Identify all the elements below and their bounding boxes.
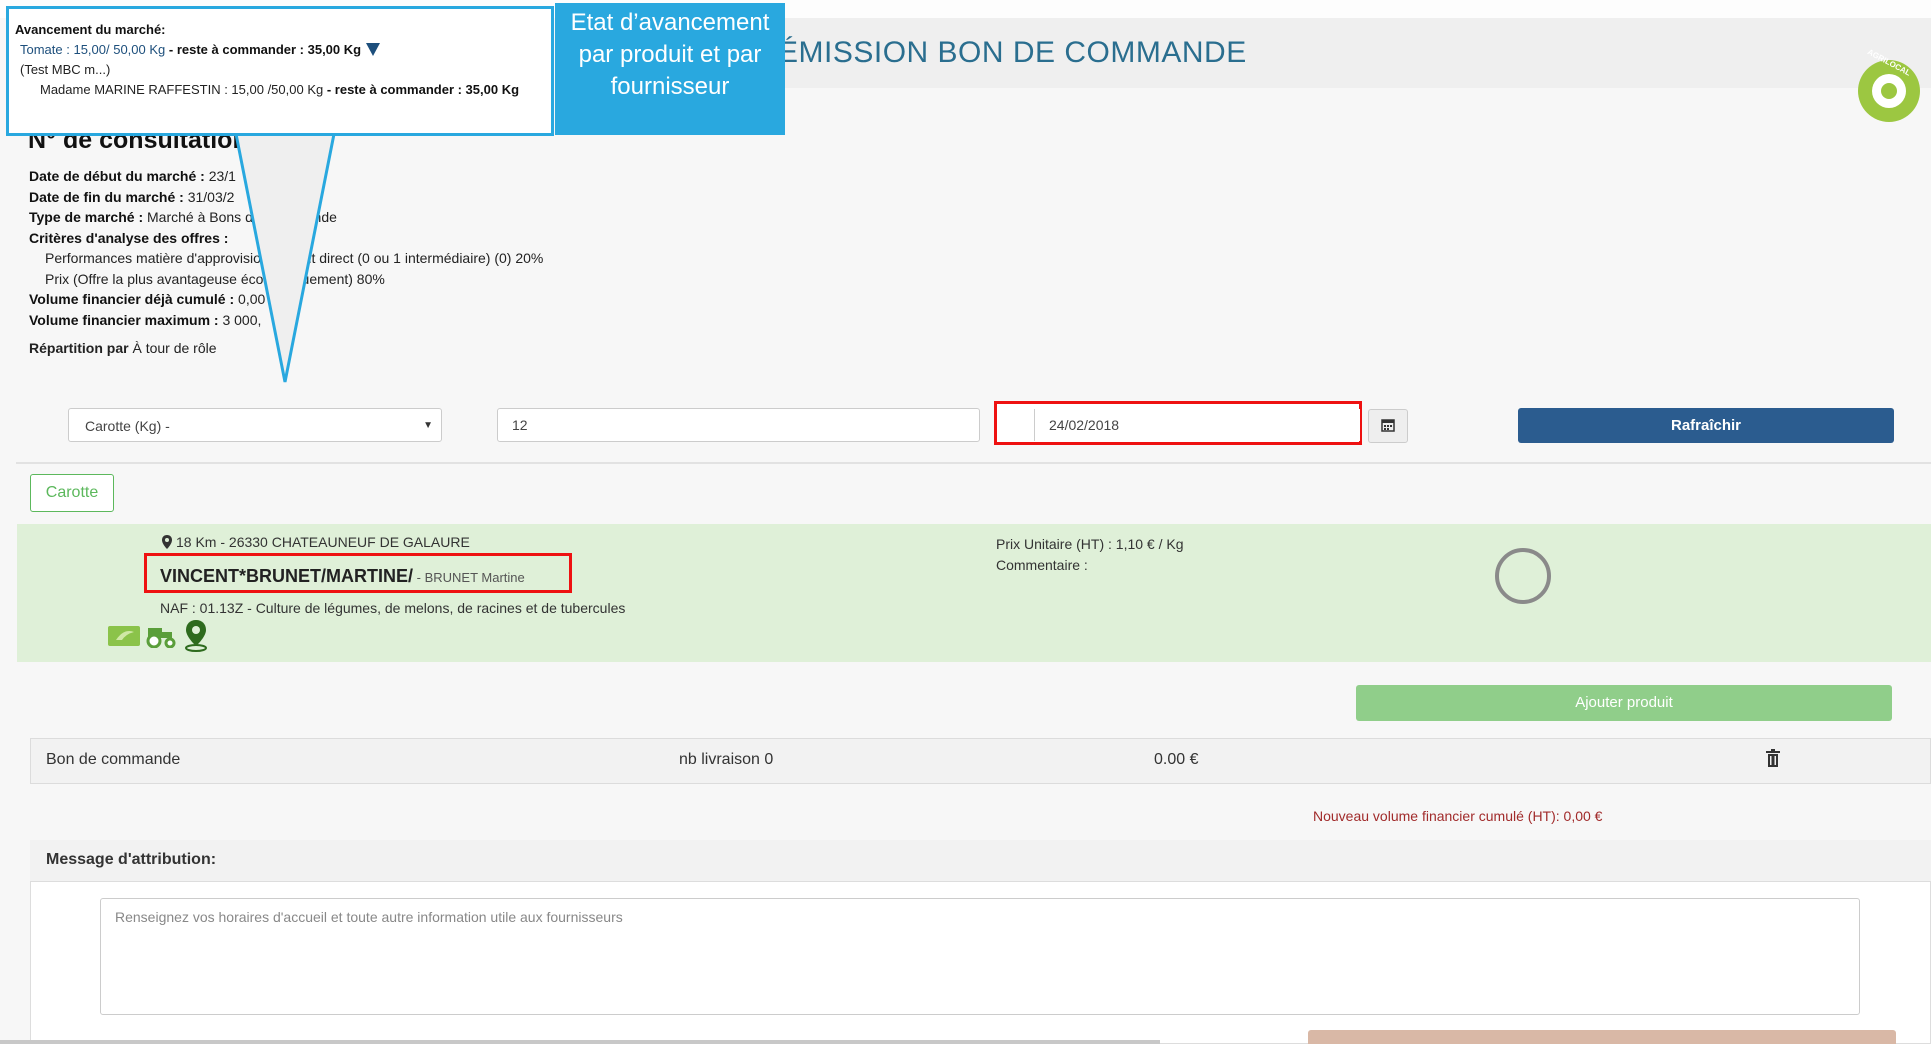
product-select[interactable]: Carotte (Kg) - ▼ (68, 408, 442, 442)
callout-product: Tomate : 15,00/ 50,00 Kg (20, 42, 166, 57)
supplier-name-text: VINCENT*BRUNET/MARTINE/ (160, 566, 414, 586)
order-total: 0.00 € (1154, 751, 1199, 768)
horizontal-scrollbar[interactable] (0, 1040, 1160, 1044)
date-input[interactable]: 24/02/2018 (1034, 409, 1360, 441)
repartition-label: Répartition par (29, 340, 129, 356)
tractor-icon (146, 628, 176, 648)
trash-icon[interactable] (1766, 749, 1780, 767)
product-select-value: Carotte (Kg) - (85, 418, 170, 434)
end-label: Date de fin du marché : (29, 188, 184, 205)
end-value: 31/03/2 (187, 188, 235, 205)
message-header (30, 840, 1931, 882)
tab-carotte[interactable]: Carotte (30, 474, 114, 512)
bio-icon (108, 626, 140, 646)
delivery-count: nb livraison 0 (679, 751, 774, 768)
order-row (30, 738, 1931, 784)
loading-spinner-icon (1495, 548, 1551, 604)
max-label: Volume financier maximum : (29, 311, 219, 328)
callout-pointer (234, 134, 336, 383)
callout-line-supplier: Madame MARINE RAFFESTIN : 15,00 /50,00 K… (40, 82, 519, 97)
callout-title: Avancement du marché: (15, 22, 166, 37)
callout-line-product: Tomate : 15,00/ 50,00 Kg - reste à comma… (20, 42, 381, 57)
caret-down-icon: ▼ (423, 420, 433, 431)
message-title: Message d'attribution: (46, 851, 217, 868)
distance-text: 18 Km - 26330 CHATEAUNEUF DE GALAURE (176, 534, 470, 550)
triangle-down-icon[interactable] (366, 43, 381, 56)
order-label: Bon de commande (46, 751, 181, 768)
map-pin-icon (185, 620, 207, 652)
new-volume: Nouveau volume financier cumulé (HT): 0,… (1313, 808, 1603, 824)
criteria-label: Critères d'analyse des offres : (29, 229, 229, 246)
refresh-button[interactable]: Rafraîchir (1518, 408, 1894, 443)
submit-button[interactable] (1308, 1030, 1896, 1044)
comment: Commentaire : (996, 557, 1088, 573)
callout-supplier: Madame MARINE RAFFESTIN : 15,00 /50,00 K… (40, 82, 324, 97)
divider (16, 462, 1931, 464)
page-title: ÉMISSION BON DE COMMANDE (778, 36, 1247, 69)
agrilocal-logo: AGRILOCAL (1858, 47, 1920, 122)
start-label: Date de début du marché : (29, 168, 205, 184)
repartition: Répartition par À tour de rôle (29, 340, 217, 356)
unit-price: Prix Unitaire (HT) : 1,10 € / Kg (996, 536, 1184, 552)
calendar-icon[interactable] (1368, 409, 1408, 443)
supplier-name: VINCENT*BRUNET/MARTINE/ - BRUNET Martine (160, 566, 525, 587)
add-product-button[interactable]: Ajouter produit (1356, 685, 1892, 721)
supplier-contact: - BRUNET Martine (413, 570, 525, 585)
repartition-value: À tour de rôle (132, 340, 217, 356)
callout-remaining: - reste à commander : 35,00 Kg (165, 42, 362, 57)
cumulated-label: Volume financier déjà cumulé : (29, 291, 235, 307)
supplier-naf: NAF : 01.13Z - Culture de légumes, de me… (160, 600, 626, 616)
callout-label: Etat d’avancement par produit et par fou… (555, 3, 785, 135)
type-label: Type de marché : (29, 209, 144, 225)
supplier-distance: 18 Km - 26330 CHATEAUNEUF DE GALAURE (162, 534, 470, 550)
map-marker-icon (162, 535, 172, 549)
callout-line-test: (Test MBC m...) (20, 62, 111, 77)
message-textarea[interactable]: Renseignez vos horaires d'accueil et tou… (100, 898, 1860, 1015)
quantity-input[interactable]: 12 (497, 408, 980, 442)
callout-supplier-remaining: - reste à commander : 35,00 Kg (323, 82, 520, 97)
